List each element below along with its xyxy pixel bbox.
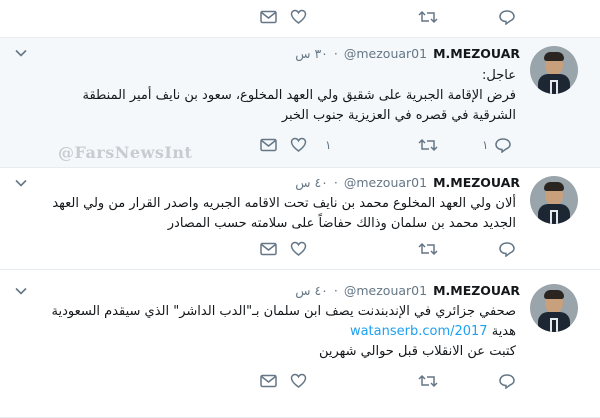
tweet-actions — [0, 8, 600, 26]
like-count: ١ — [325, 138, 332, 152]
tweet-header: ٣٠ س · @mezouar01 M.MEZOUAR — [295, 44, 520, 62]
separator-dot: · — [333, 282, 338, 298]
user-handle[interactable]: @mezouar01 — [344, 46, 427, 61]
reply-icon — [499, 374, 515, 389]
separator-dot: · — [333, 45, 338, 61]
chevron-down-icon — [15, 49, 27, 57]
tweet[interactable]: ٤٠ س · @mezouar01 M.MEZOUAR ألان ولي الع… — [0, 168, 600, 270]
chevron-down-icon — [15, 179, 27, 187]
dm-button[interactable] — [260, 240, 277, 258]
dm-button[interactable] — [260, 372, 277, 390]
user-name[interactable]: M.MEZOUAR — [433, 283, 520, 298]
user-name[interactable]: M.MEZOUAR — [433, 46, 520, 61]
envelope-icon — [260, 374, 277, 388]
tweet-line: عاجل: — [482, 68, 516, 83]
tweet[interactable]: ٤٠ س · @mezouar01 M.MEZOUAR صحفي جزائري … — [0, 270, 600, 418]
avatar[interactable] — [530, 284, 578, 332]
dm-button[interactable] — [260, 8, 277, 26]
partial-tweet — [0, 0, 600, 38]
retweet-button[interactable] — [418, 372, 438, 390]
tweet[interactable]: ٣٠ س · @mezouar01 M.MEZOUAR عاجل: فرض ال… — [0, 38, 600, 168]
like-button[interactable] — [290, 8, 307, 26]
like-button[interactable] — [290, 372, 307, 390]
tweet-line: ألان ولي العهد المخلوع محمد بن نايف تحت … — [52, 196, 516, 211]
user-name[interactable]: M.MEZOUAR — [433, 175, 520, 190]
reply-button[interactable] — [498, 8, 516, 26]
tweet-line: كتبت عن الانقلاب قبل حوالي شهرين — [318, 344, 516, 359]
reply-icon — [495, 138, 512, 153]
more-options-button[interactable] — [14, 176, 28, 190]
reply-button[interactable] — [498, 240, 516, 258]
tweet-time[interactable]: ٣٠ س — [295, 46, 328, 61]
user-handle[interactable]: @mezouar01 — [344, 175, 427, 190]
tweet-line-with-link: هدية watanserb.com/2017 — [60, 322, 516, 342]
tweet-line: فرض الإقامة الجبرية على شقيق ولي العهد ا… — [82, 88, 516, 103]
timeline: ٣٠ س · @mezouar01 M.MEZOUAR عاجل: فرض ال… — [0, 0, 600, 418]
tweet-line: هدية — [491, 324, 516, 339]
separator-dot: · — [333, 174, 338, 190]
envelope-icon — [260, 242, 277, 256]
tweet-line: صحفي جزائري في الإندبندنت يصف ابن سلمان … — [51, 304, 516, 319]
tweet-text: عاجل: فرض الإقامة الجبرية على شقيق ولي ا… — [60, 66, 516, 126]
reply-icon — [499, 10, 515, 25]
reply-icon — [499, 242, 515, 257]
heart-icon — [290, 241, 307, 256]
tweet-header: ٤٠ س · @mezouar01 M.MEZOUAR — [295, 173, 520, 191]
like-button[interactable]: ١ — [290, 136, 331, 154]
tweet-line: الشرقية في قصره في العزيزية جنوب الخبر — [281, 108, 516, 123]
tweet-header: ٤٠ س · @mezouar01 M.MEZOUAR — [295, 281, 520, 299]
avatar[interactable] — [530, 176, 578, 224]
chevron-down-icon — [15, 287, 27, 295]
retweet-icon — [418, 10, 438, 24]
retweet-button[interactable] — [418, 240, 438, 258]
retweet-icon — [418, 242, 438, 256]
heart-icon — [290, 373, 307, 388]
reply-count: ١ — [482, 138, 489, 152]
dm-button[interactable] — [260, 136, 277, 154]
tweet-actions — [0, 372, 600, 390]
retweet-icon — [418, 374, 438, 388]
envelope-icon — [260, 10, 277, 24]
retweet-button[interactable] — [418, 8, 438, 26]
like-button[interactable] — [290, 240, 307, 258]
tweet-link[interactable]: watanserb.com/2017 — [350, 324, 488, 339]
heart-icon — [290, 9, 307, 24]
reply-button[interactable]: ١ — [482, 136, 512, 154]
reply-button[interactable] — [498, 372, 516, 390]
tweet-line: الجديد محمد بن سلمان وذالك حفاضاً على سل… — [167, 216, 516, 231]
tweet-actions — [0, 240, 600, 258]
tweet-text: صحفي جزائري في الإندبندنت يصف ابن سلمان … — [51, 302, 516, 362]
heart-icon — [290, 137, 307, 152]
tweet-time[interactable]: ٤٠ س — [295, 175, 328, 190]
retweet-icon — [418, 138, 438, 152]
tweet-text: ألان ولي العهد المخلوع محمد بن نايف تحت … — [52, 194, 516, 234]
avatar[interactable] — [530, 46, 578, 94]
watermark: @FarsNewsInt — [58, 143, 193, 162]
envelope-icon — [260, 138, 277, 152]
tweet-time[interactable]: ٤٠ س — [295, 283, 328, 298]
retweet-button[interactable] — [418, 136, 438, 154]
more-options-button[interactable] — [14, 46, 28, 60]
more-options-button[interactable] — [14, 284, 28, 298]
user-handle[interactable]: @mezouar01 — [344, 283, 427, 298]
